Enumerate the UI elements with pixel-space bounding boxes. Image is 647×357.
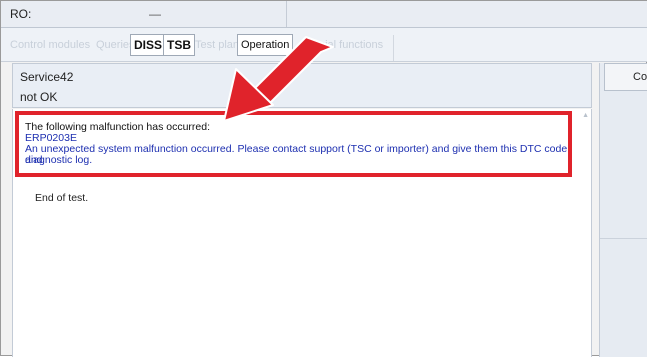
tab-bar: Control modules Queries DISS TSB Test pl… [1,28,647,62]
service-header: Service42 not OK [12,63,592,108]
ro-bar: RO: — [1,1,647,28]
ro-value: — [149,7,161,21]
tab-control-modules[interactable]: Control modules [7,35,93,55]
scroll-up-arrow-icon[interactable]: ▲ [582,112,589,119]
service-status: not OK [20,90,58,104]
window-frame: RO: — Control modules Queries DISS TSB T… [0,0,647,357]
error-message-line-2: diagnostic log. [25,154,93,166]
divider [286,1,287,27]
tab-tsb[interactable]: TSB [163,34,195,56]
ro-label: RO: [10,7,32,21]
end-of-test-text: End of test. [35,192,89,204]
continue-button[interactable]: Con [604,63,647,91]
divider [393,35,394,61]
tab-diss[interactable]: DISS [130,34,167,56]
error-message-line-1: An unexpected system malfunction occurre… [25,143,568,166]
tab-operation[interactable]: Operation [237,34,294,56]
tab-test-plan[interactable]: Test plan [192,35,242,55]
tab-special-functions[interactable]: Special functions [297,35,386,55]
right-panel: Con [599,63,647,357]
error-highlight-box: The following malfunction has occurred: … [15,111,572,177]
divider [600,238,647,239]
result-panel: ▲ The following malfunction has occurred… [12,109,592,357]
service-name: Service42 [20,70,74,84]
